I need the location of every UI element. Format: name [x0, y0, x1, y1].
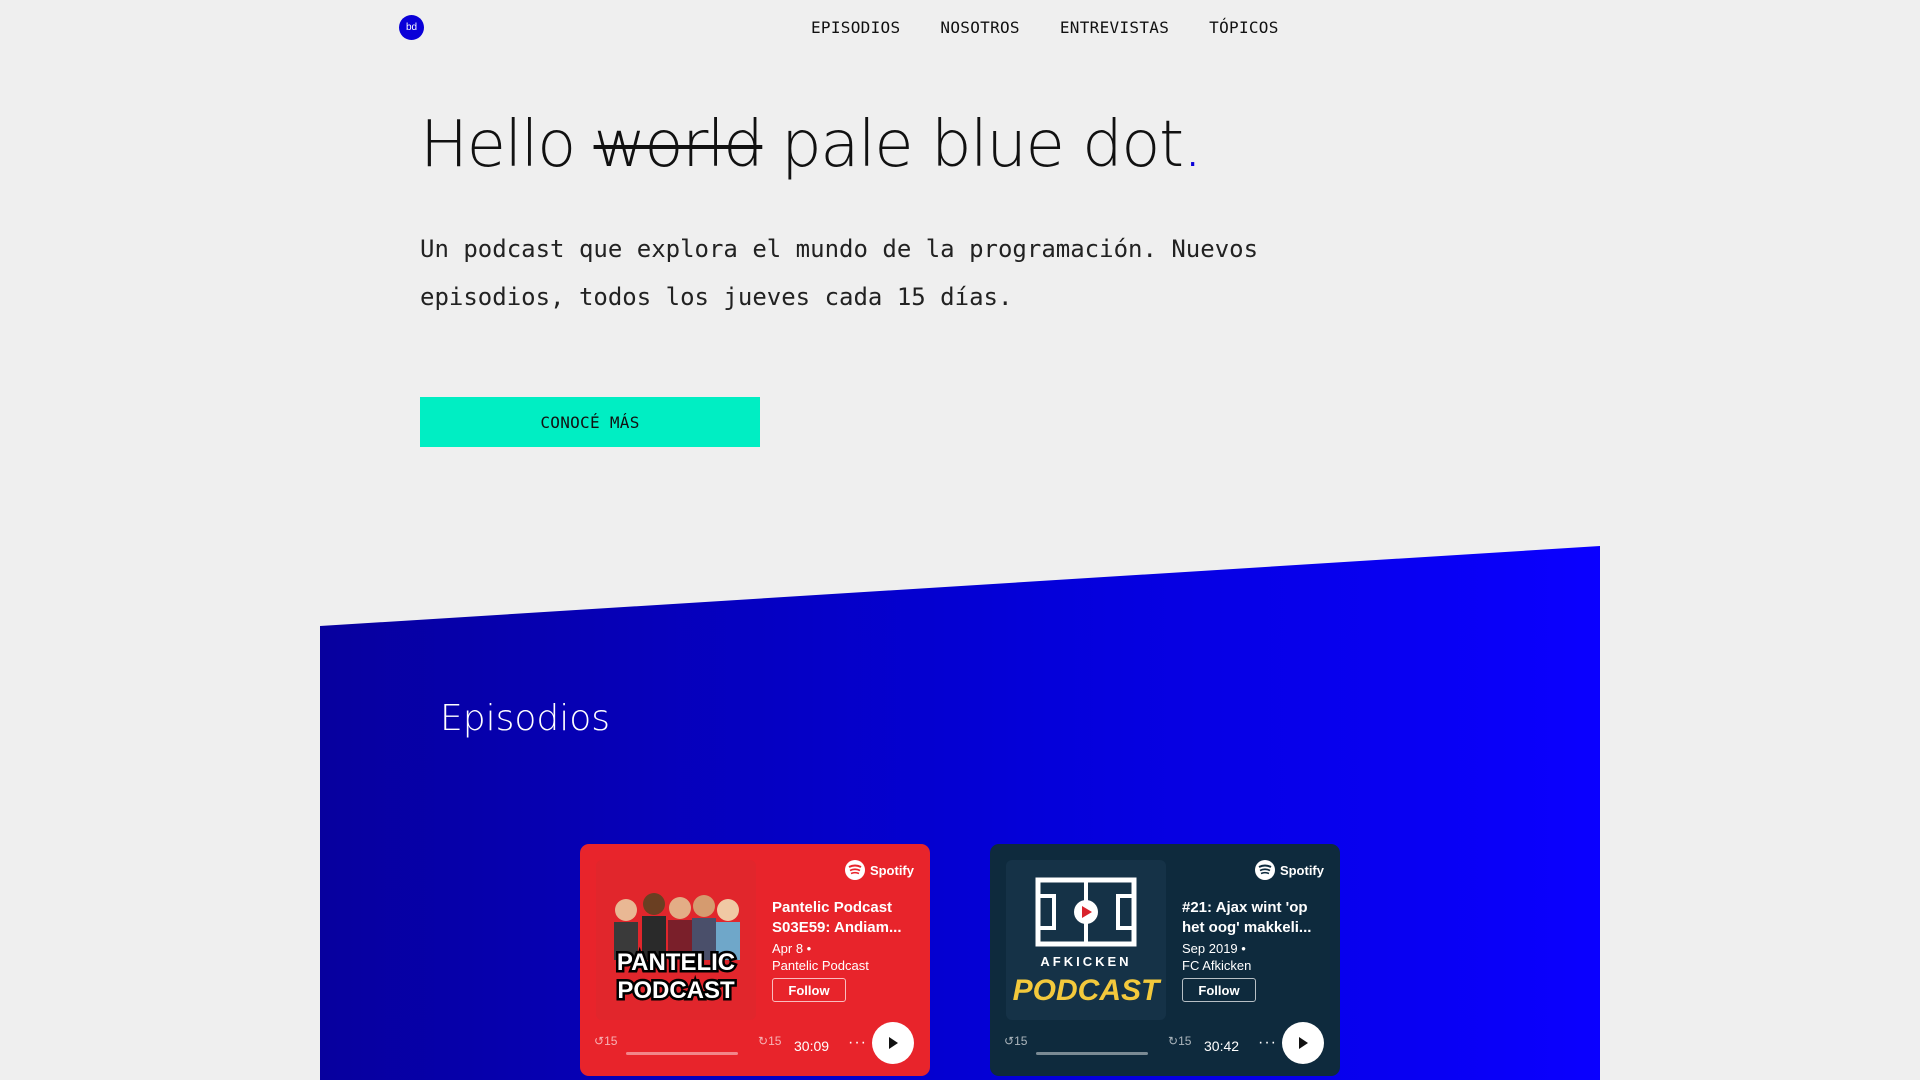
follow-button[interactable]: Follow	[1182, 978, 1256, 1002]
skip-back-15-icon[interactable]: ↺15	[1004, 1034, 1027, 1048]
spotify-logo[interactable]: Spotify	[1254, 860, 1324, 880]
logo[interactable]: bd	[399, 15, 424, 40]
skip-back-label: 15	[604, 1034, 618, 1048]
episode-duration: 30:09	[794, 1038, 830, 1054]
spotify-logo[interactable]: Spotify	[844, 860, 914, 880]
spotify-icon	[1254, 860, 1275, 880]
show-name[interactable]: Pantelic Podcast	[772, 958, 869, 973]
cover-text-2: PODCAST	[1013, 974, 1162, 1007]
spotify-label: Spotify	[869, 862, 914, 878]
episode-date: Apr 8 •	[772, 941, 812, 956]
follow-button[interactable]: Follow	[772, 978, 846, 1002]
spotify-icon	[844, 860, 865, 880]
episodes-background	[320, 546, 1600, 1080]
hero-title-main: pale blue dot	[762, 108, 1184, 182]
episode-title-line1: #21: Ajax wint 'op	[1182, 899, 1308, 916]
episode-title-line1: Pantelic Podcast	[772, 899, 893, 916]
skip-back-15-icon[interactable]: ↺15	[594, 1034, 617, 1048]
spotify-label: Spotify	[1279, 862, 1324, 878]
skip-forward-15-icon[interactable]: ↻15	[1168, 1034, 1191, 1048]
episode-duration: 30:42	[1204, 1038, 1240, 1054]
cover-text-1: AFKICKEN	[1040, 954, 1131, 969]
player-controls: ↺15 ↻15 30:09 ···	[594, 1022, 914, 1066]
play-button[interactable]	[1282, 1022, 1324, 1064]
nav-episodios[interactable]: EPISODIOS	[811, 18, 900, 37]
hero-title-strike: world	[593, 108, 764, 182]
hero-title-prefix: Hello	[420, 108, 594, 182]
skip-back-label: 15	[1014, 1034, 1028, 1048]
more-options-icon[interactable]: ···	[1258, 1034, 1277, 1052]
skip-forward-label: 15	[768, 1034, 782, 1048]
episode-date: Sep 2019 •	[1182, 941, 1246, 956]
episode-title[interactable]: Pantelic Podcast S03E59: Andiam...	[772, 898, 917, 938]
main-nav: EPISODIOS NOSOTROS ENTREVISTAS TÓPICOS	[811, 18, 1279, 37]
episode-cover-art: AFKICKEN PODCAST	[1006, 860, 1166, 1020]
episode-title-line2: S03E59: Andiam...	[772, 919, 902, 936]
play-button[interactable]	[872, 1022, 914, 1064]
conoce-mas-button[interactable]: CONOCÉ MÁS	[420, 397, 760, 447]
show-name[interactable]: FC Afkicken	[1182, 958, 1251, 973]
nav-entrevistas[interactable]: ENTREVISTAS	[1060, 18, 1169, 37]
episodes-section-title: Episodios	[440, 698, 611, 739]
progress-bar[interactable]	[1036, 1052, 1148, 1055]
player-controls: ↺15 ↻15 30:42 ···	[1004, 1022, 1324, 1066]
play-icon	[889, 1037, 898, 1049]
spotify-embed-card[interactable]: PANTELIC PODCAST Spotify Pantelic Podcas…	[580, 844, 930, 1076]
nav-topicos[interactable]: TÓPICOS	[1209, 18, 1279, 37]
episode-title[interactable]: #21: Ajax wint 'op het oog' makkeli...	[1182, 898, 1327, 938]
skip-forward-label: 15	[1178, 1034, 1192, 1048]
play-icon	[1299, 1037, 1308, 1049]
progress-bar[interactable]	[626, 1052, 738, 1055]
hero-subtitle: Un podcast que explora el mundo de la pr…	[420, 235, 1259, 311]
hero-title-dot: .	[1182, 108, 1203, 182]
more-options-icon[interactable]: ···	[848, 1034, 867, 1052]
episode-title-line2: het oog' makkeli...	[1182, 919, 1312, 936]
skip-forward-15-icon[interactable]: ↻15	[758, 1034, 781, 1048]
episode-cover-art: PANTELIC PODCAST	[596, 860, 756, 1020]
nav-nosotros[interactable]: NOSOTROS	[940, 18, 1019, 37]
hero-title: Hello world pale blue dot.	[420, 108, 1203, 182]
cover-text-2: PODCAST	[617, 977, 735, 1004]
spotify-embed-card[interactable]: AFKICKEN PODCAST Spotify #21: Ajax wint …	[990, 844, 1340, 1076]
cover-text-1: PANTELIC	[617, 949, 735, 976]
